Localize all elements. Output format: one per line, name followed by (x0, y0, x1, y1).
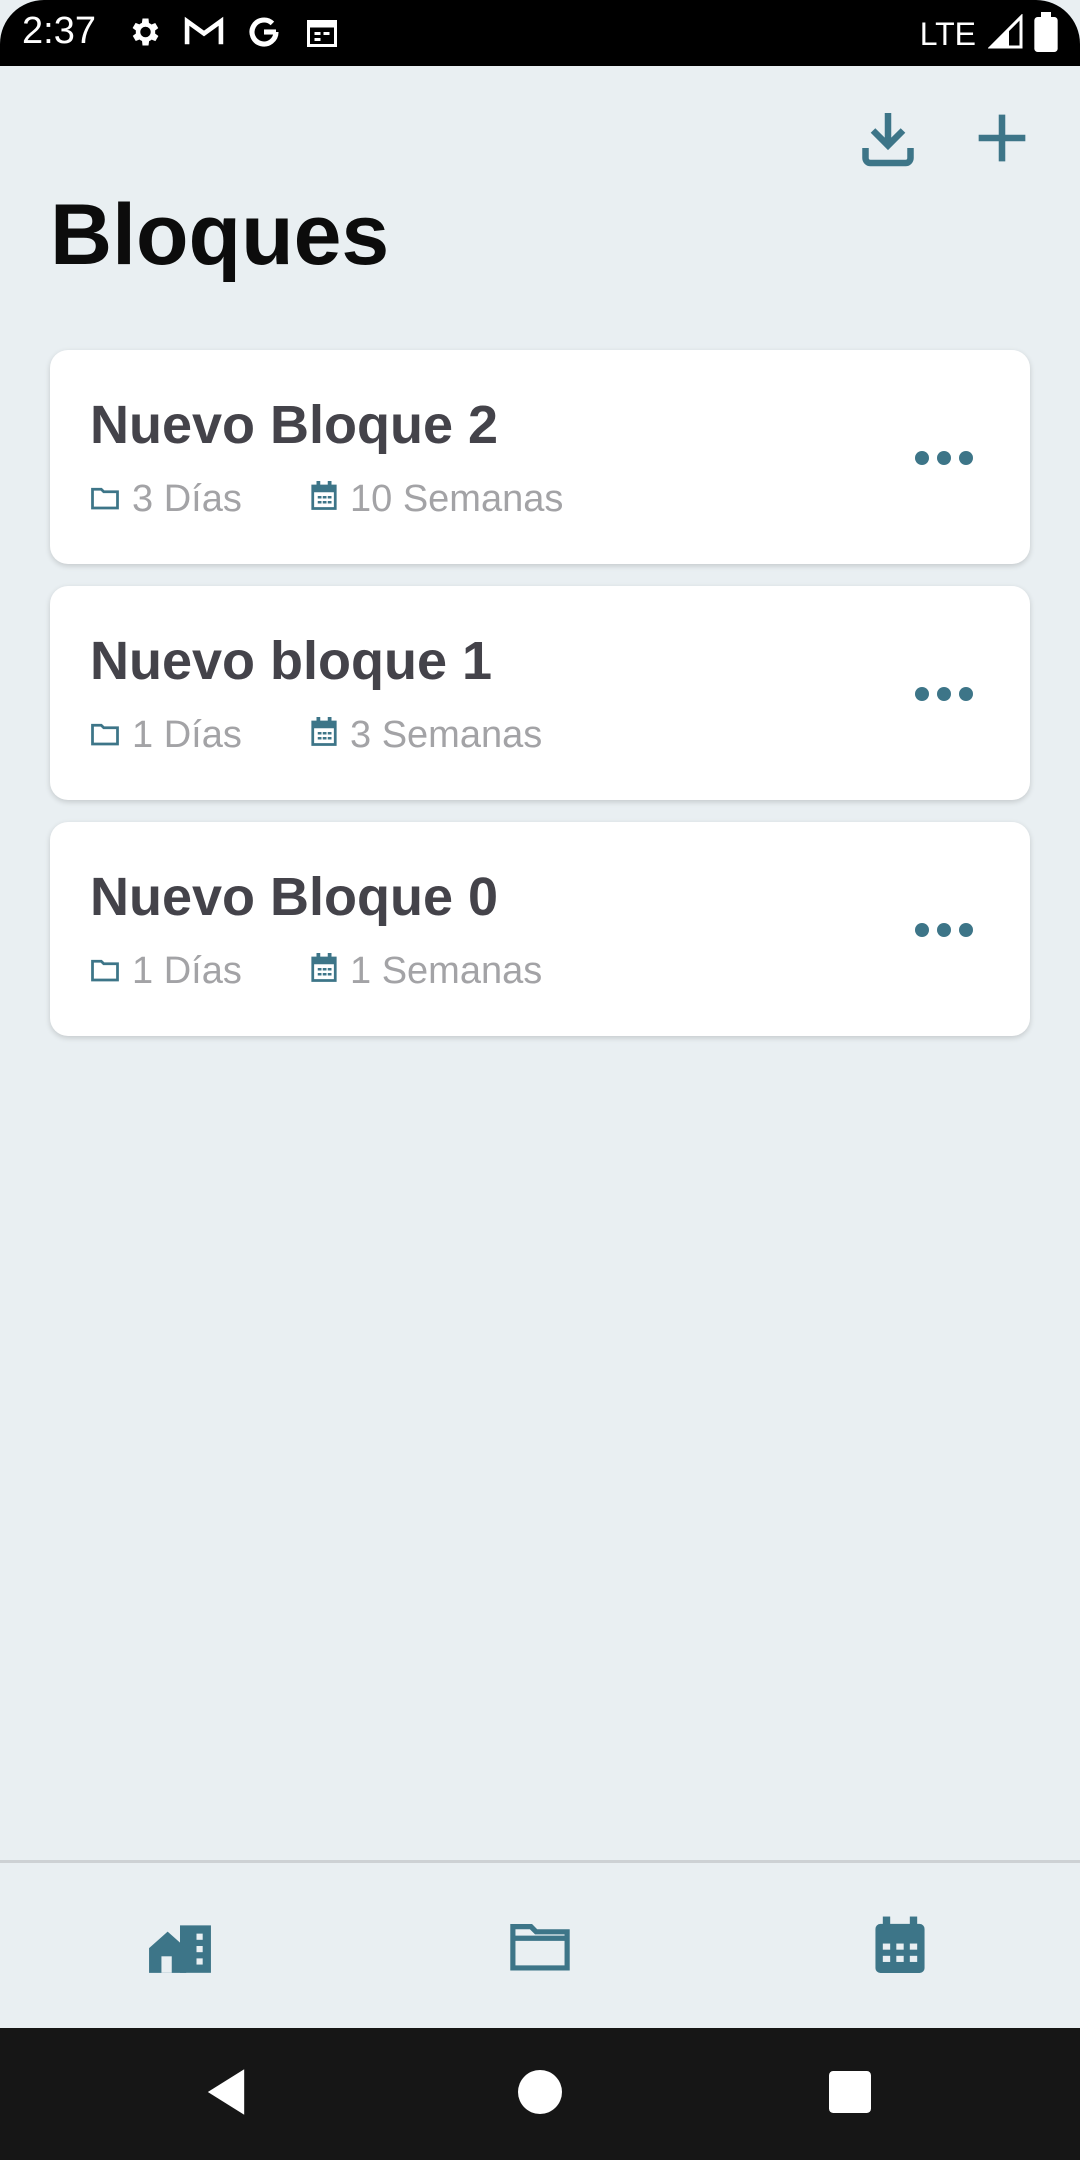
system-status-icons: LTE (920, 12, 1058, 57)
more-dot (915, 923, 929, 937)
days-info: 1 Días (90, 950, 310, 993)
add-icon (974, 110, 1030, 171)
gear-icon (126, 14, 162, 55)
folder-icon (90, 950, 120, 993)
notification-icons (126, 14, 340, 55)
home-icon (518, 2069, 562, 2119)
block-list: Nuevo Bloque 2 3 Días 10 Semanas Nuevo b… (50, 350, 1030, 1058)
more-dot (937, 687, 951, 701)
block-card[interactable]: Nuevo Bloque 2 3 Días 10 Semanas (50, 350, 1030, 564)
days-label: 1 Días (132, 714, 242, 756)
weeks-label: 10 Semanas (350, 478, 564, 520)
weeks-info: 3 Semanas (310, 714, 542, 757)
download-button[interactable] (850, 102, 926, 178)
days-label: 3 Días (132, 478, 242, 520)
more-dot (915, 687, 929, 701)
back-button[interactable] (194, 2062, 258, 2126)
battery-icon (1034, 12, 1058, 57)
recents-button[interactable] (818, 2062, 882, 2126)
weeks-label: 1 Semanas (350, 950, 543, 992)
more-dot (959, 923, 973, 937)
folder-icon (90, 478, 120, 521)
download-icon (858, 108, 918, 173)
more-options-button[interactable] (908, 422, 980, 494)
block-title: Nuevo bloque 1 (90, 631, 493, 691)
gmail-icon (184, 16, 224, 53)
calendar-icon (310, 950, 338, 993)
more-dot (937, 451, 951, 465)
block-meta: 1 Días 3 Semanas (90, 714, 542, 757)
more-options-button[interactable] (908, 658, 980, 730)
weeks-label: 3 Semanas (350, 714, 543, 756)
folder-icon (509, 1920, 571, 1977)
days-info: 1 Días (90, 714, 310, 757)
days-info: 3 Días (90, 478, 310, 521)
home-buildings-icon (147, 1918, 213, 1979)
more-options-button[interactable] (908, 894, 980, 966)
block-card[interactable]: Nuevo Bloque 0 1 Días 1 Semanas (50, 822, 1030, 1036)
nav-calendar[interactable] (855, 1903, 945, 1993)
add-block-button[interactable] (964, 102, 1040, 178)
recents-icon (829, 2070, 871, 2118)
page-title: Bloques (50, 187, 390, 283)
system-navigation-bar (0, 2028, 1080, 2160)
more-dot (959, 687, 973, 701)
more-dot (937, 923, 951, 937)
block-title: Nuevo Bloque 2 (90, 395, 499, 455)
more-dot (915, 451, 929, 465)
network-type: LTE (919, 16, 976, 52)
calendar-icon (304, 14, 340, 55)
bottom-navigation (0, 1860, 1080, 2031)
status-bar: 2:37 LTE (0, 0, 1080, 66)
appbar-actions (850, 102, 1040, 178)
weeks-info: 10 Semanas (310, 478, 563, 521)
calendar-icon (310, 714, 338, 757)
block-meta: 3 Días 10 Semanas (90, 478, 563, 521)
back-icon (203, 2067, 249, 2122)
calendar-icon (310, 478, 338, 521)
block-meta: 1 Días 1 Semanas (90, 950, 542, 993)
signal-icon (987, 13, 1024, 55)
more-dot (959, 451, 973, 465)
nav-blocks[interactable] (495, 1903, 585, 1993)
block-title: Nuevo Bloque 0 (90, 867, 499, 927)
folder-icon (90, 714, 120, 757)
weeks-info: 1 Semanas (310, 950, 542, 993)
days-label: 1 Días (132, 950, 242, 992)
home-button[interactable] (508, 2062, 572, 2126)
block-card[interactable]: Nuevo bloque 1 1 Días 3 Semanas (50, 586, 1030, 800)
google-icon (246, 14, 282, 55)
status-time: 2:37 (22, 10, 96, 52)
calendar-icon (873, 1916, 927, 1981)
nav-home[interactable] (135, 1903, 225, 1993)
